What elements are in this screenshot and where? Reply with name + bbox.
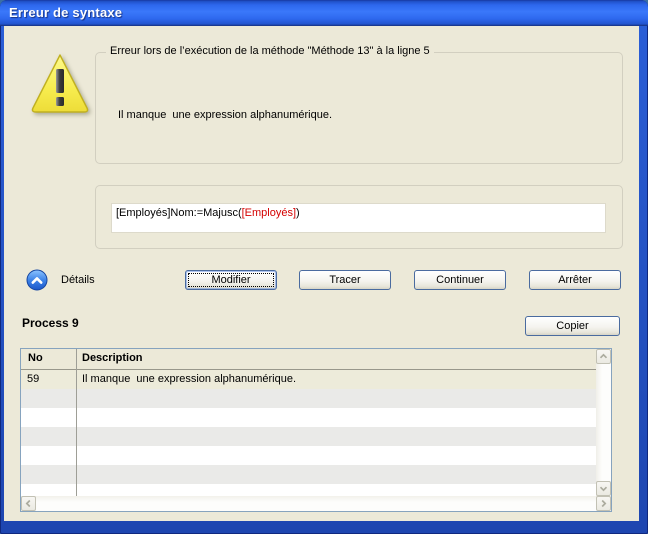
- chevron-left-icon: [25, 499, 32, 508]
- table-row-empty: [21, 446, 596, 465]
- vertical-scrollbar[interactable]: [596, 349, 611, 496]
- horizontal-scrollbar[interactable]: [21, 496, 611, 511]
- tracer-button[interactable]: Tracer: [299, 270, 391, 290]
- code-prefix: [Employés]Nom:=Majusc(: [116, 207, 242, 219]
- error-group-label: Erreur lors de l’exécution de la méthode…: [106, 45, 434, 57]
- chevron-up-circle-icon[interactable]: [26, 269, 48, 291]
- scroll-up-button[interactable]: [596, 349, 611, 364]
- continuer-button[interactable]: Continuer: [414, 270, 506, 290]
- dialog-body: Erreur lors de l’exécution de la méthode…: [4, 26, 639, 521]
- arreter-button[interactable]: Arrêter: [529, 270, 621, 290]
- window-title: Erreur de syntaxe: [9, 5, 122, 20]
- details-toggle[interactable]: Détails: [26, 269, 95, 291]
- table-row[interactable]: 59 Il manque une expression alphanumériq…: [21, 370, 596, 389]
- table-header: No Description: [21, 349, 596, 370]
- column-header-no: No: [21, 352, 76, 364]
- copier-button[interactable]: Copier: [525, 316, 620, 336]
- table-row-empty: [21, 408, 596, 427]
- modifier-button[interactable]: Modifier: [185, 270, 277, 290]
- code-suffix: ): [296, 207, 300, 219]
- error-dialog-window: Erreur de syntaxe Erreur lors de: [0, 0, 648, 534]
- column-header-description: Description: [76, 352, 596, 364]
- code-field[interactable]: [Employés]Nom:=Majusc([Employés]): [111, 203, 606, 233]
- scroll-down-button[interactable]: [596, 481, 611, 496]
- table-row-empty: [21, 427, 596, 446]
- scroll-right-button[interactable]: [596, 496, 611, 511]
- code-error-highlight: [Employés]: [242, 207, 296, 219]
- details-label: Détails: [61, 274, 95, 286]
- error-description-cell: Il manque une expression alphanumérique.: [76, 373, 596, 385]
- error-number-cell: 59: [21, 373, 76, 385]
- error-message-text: Il manque une expression alphanumérique.: [118, 109, 332, 121]
- error-message-group: Erreur lors de l’exécution de la méthode…: [95, 52, 623, 164]
- chevron-up-icon: [599, 353, 608, 360]
- scroll-left-button[interactable]: [21, 496, 36, 511]
- titlebar[interactable]: Erreur de syntaxe: [0, 0, 648, 26]
- error-table: No Description 59 Il manque une expressi…: [20, 348, 612, 512]
- process-title: Process 9: [22, 316, 79, 330]
- warning-icon: [30, 52, 90, 118]
- code-group: [Employés]Nom:=Majusc([Employés]): [95, 185, 623, 249]
- chevron-right-icon: [600, 499, 607, 508]
- table-row-empty: [21, 389, 596, 408]
- table-row-empty: [21, 465, 596, 484]
- column-divider: [76, 349, 77, 496]
- chevron-down-icon: [599, 485, 608, 492]
